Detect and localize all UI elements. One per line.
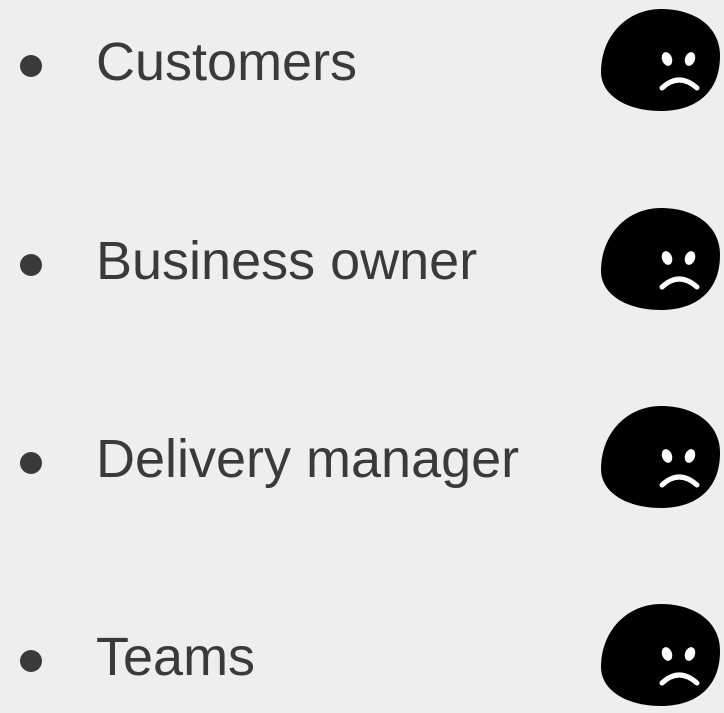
sad-face-icon bbox=[599, 207, 724, 311]
bullet-icon bbox=[20, 650, 42, 672]
bullet-icon bbox=[20, 452, 42, 474]
list-item-customers: Customers bbox=[0, 8, 724, 118]
list-item-teams: Teams bbox=[0, 603, 724, 713]
bullet-icon bbox=[20, 55, 42, 77]
sad-face-icon bbox=[599, 603, 724, 707]
list-item-business-owner: Business owner bbox=[0, 207, 724, 317]
list-item-label: Business owner bbox=[96, 231, 478, 291]
sad-face-icon bbox=[599, 8, 724, 112]
list-item-label: Teams bbox=[96, 627, 256, 687]
list-item-label: Delivery manager bbox=[96, 429, 520, 489]
list-item-delivery-manager: Delivery manager bbox=[0, 405, 724, 515]
list-item-label: Customers bbox=[96, 32, 358, 92]
sad-face-icon bbox=[599, 405, 724, 509]
bullet-icon bbox=[20, 254, 42, 276]
slide: Customers Business owner Delivery manage… bbox=[0, 0, 724, 707]
